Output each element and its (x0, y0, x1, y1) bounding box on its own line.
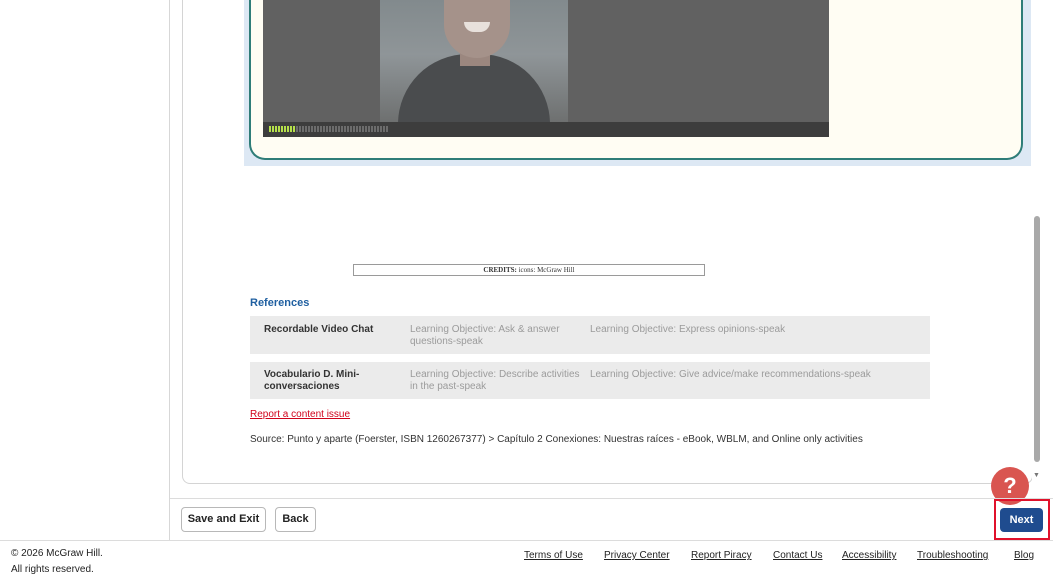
level-segment (350, 126, 352, 132)
source-text: Source: Punto y aparte (Foerster, ISBN 1… (250, 434, 863, 445)
level-segment (359, 126, 361, 132)
save-and-exit-button[interactable]: Save and Exit (181, 507, 266, 532)
footer-link-terms-of-use[interactable]: Terms of Use (524, 550, 583, 561)
copyright-line: All rights reserved. (11, 564, 94, 575)
level-segment (344, 126, 346, 132)
level-segment (290, 126, 292, 132)
level-segment (326, 126, 328, 132)
footer-link-report-piracy[interactable]: Report Piracy (691, 550, 752, 561)
reference-name: Recordable Video Chat (264, 324, 374, 335)
level-segment (278, 126, 280, 132)
level-segment (323, 126, 325, 132)
level-segment (383, 126, 385, 132)
level-segment (269, 126, 271, 132)
webcam-preview (380, 0, 568, 122)
footer-link-blog[interactable]: Blog (1014, 550, 1034, 561)
level-segment (347, 126, 349, 132)
level-segment (284, 126, 286, 132)
audio-level-meter (269, 126, 388, 132)
level-segment (317, 126, 319, 132)
reference-name: Vocabulario D. Mini-conversaciones (264, 369, 360, 392)
copyright: © 2026 McGraw Hill. All rights reserved. (11, 546, 103, 578)
reference-row: Vocabulario D. Mini-conversaciones Learn… (250, 362, 930, 399)
scrollbar-thumb[interactable] (1034, 216, 1040, 462)
level-segment (356, 126, 358, 132)
reference-objective: Learning Objective: Give advice/make rec… (590, 369, 871, 380)
level-segment (353, 126, 355, 132)
level-segment (305, 126, 307, 132)
level-segment (329, 126, 331, 132)
level-segment (272, 126, 274, 132)
left-column (0, 0, 170, 540)
back-button[interactable]: Back (275, 507, 316, 532)
level-segment (287, 126, 289, 132)
action-bar-divider (170, 498, 1053, 499)
level-segment (314, 126, 316, 132)
references-title: References (250, 297, 310, 309)
footer-link-accessibility[interactable]: Accessibility (842, 550, 896, 561)
level-segment (293, 126, 295, 132)
question-mark-icon: ? (1003, 473, 1017, 498)
reference-objective: Learning Objective: Describe activities … (410, 369, 580, 392)
level-segment (377, 126, 379, 132)
level-segment (365, 126, 367, 132)
level-segment (341, 126, 343, 132)
level-segment (281, 126, 283, 132)
next-button[interactable]: Next (1000, 508, 1043, 532)
level-segment (311, 126, 313, 132)
level-segment (374, 126, 376, 132)
level-segment (362, 126, 364, 132)
report-content-issue-link[interactable]: Report a content issue (250, 409, 350, 420)
level-segment (299, 126, 301, 132)
credits-text: icons: McGraw Hill (518, 266, 575, 274)
footer-divider (0, 540, 1053, 541)
level-segment (302, 126, 304, 132)
level-segment (308, 126, 310, 132)
credits-label: CREDITS: (483, 266, 517, 274)
reference-objective: Learning Objective: Ask & answer questio… (410, 324, 560, 347)
level-segment (371, 126, 373, 132)
level-segment (335, 126, 337, 132)
page: CREDITS: icons: McGraw Hill References R… (0, 0, 1053, 580)
level-segment (320, 126, 322, 132)
copyright-line: © 2026 McGraw Hill. (11, 548, 103, 559)
reference-row: Recordable Video Chat Learning Objective… (250, 316, 930, 354)
reference-objective: Learning Objective: Express opinions-spe… (590, 324, 786, 335)
footer-link-privacy-center[interactable]: Privacy Center (604, 550, 670, 561)
level-segment (338, 126, 340, 132)
level-segment (296, 126, 298, 132)
level-segment (380, 126, 382, 132)
level-segment (368, 126, 370, 132)
footer-link-troubleshooting[interactable]: Troubleshooting (917, 550, 988, 561)
level-segment (275, 126, 277, 132)
credits-box: CREDITS: icons: McGraw Hill (353, 264, 705, 276)
footer-link-contact-us[interactable]: Contact Us (773, 550, 822, 561)
audio-level-bar (263, 122, 829, 137)
level-segment (332, 126, 334, 132)
level-segment (386, 126, 388, 132)
scroll-down-arrow-icon[interactable]: ▼ (1033, 472, 1040, 479)
